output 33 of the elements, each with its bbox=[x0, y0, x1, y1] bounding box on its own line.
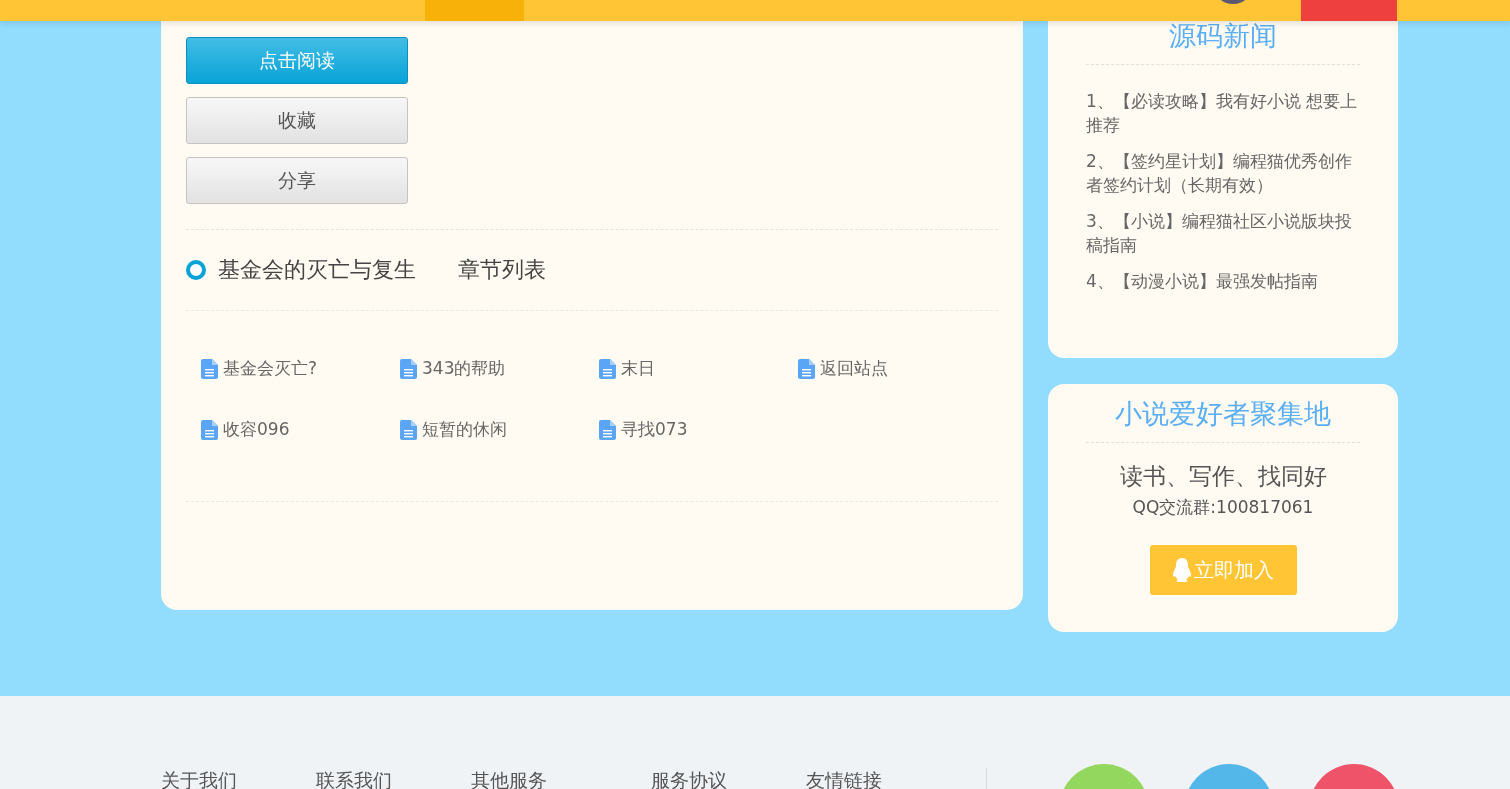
group-title: 小说爱好者聚集地 bbox=[1086, 396, 1360, 443]
slogan: 读书、写作、找同好 bbox=[1118, 462, 1328, 491]
document-icon bbox=[400, 358, 417, 379]
news-link[interactable]: 1、【必读攻略】我有好小说 想要上推荐 bbox=[1086, 89, 1360, 137]
news-link[interactable]: 3、【小说】编程猫社区小说版块投稿指南 bbox=[1086, 209, 1360, 257]
section-title: 章节列表 bbox=[458, 256, 546, 284]
chapter-link[interactable]: 收容096 bbox=[201, 418, 290, 441]
document-icon bbox=[400, 419, 417, 440]
chapter-link[interactable]: 末日 bbox=[599, 357, 655, 380]
news-title: 源码新闻 bbox=[1086, 18, 1360, 65]
notification-tab[interactable] bbox=[1301, 0, 1397, 21]
document-icon bbox=[201, 358, 218, 379]
footer-link[interactable]: 关于我们 bbox=[161, 768, 316, 789]
group-number: QQ交流群:100817061 bbox=[1131, 496, 1315, 519]
footer-link[interactable]: 联系我们 bbox=[316, 768, 471, 789]
chapter-link[interactable]: 寻找073 bbox=[599, 418, 688, 441]
news-link[interactable]: 2、【签约星计划】编程猫优秀创作者签约计划（长期有效） bbox=[1086, 149, 1360, 197]
document-icon bbox=[798, 358, 815, 379]
news-link[interactable]: 4、【动漫小说】最强发帖指南 bbox=[1086, 269, 1360, 293]
chapter-link[interactable]: 343的帮助 bbox=[400, 357, 506, 380]
radio-icon bbox=[186, 260, 206, 280]
document-icon bbox=[599, 419, 616, 440]
action-button[interactable]: 分享 bbox=[186, 157, 408, 204]
active-tab[interactable] bbox=[425, 0, 524, 21]
book-title: 基金会的灭亡与复生 bbox=[218, 256, 416, 284]
action-button[interactable]: 收藏 bbox=[186, 97, 408, 144]
chapter-link[interactable]: 返回站点 bbox=[798, 357, 888, 380]
footer-link[interactable]: 友情链接 bbox=[806, 768, 882, 789]
penguin-icon bbox=[1172, 558, 1192, 582]
document-icon bbox=[599, 358, 616, 379]
chapter-link[interactable]: 短暂的休闲 bbox=[400, 418, 507, 441]
chapter-link[interactable]: 基金会灭亡? bbox=[201, 357, 318, 380]
document-icon bbox=[201, 419, 218, 440]
